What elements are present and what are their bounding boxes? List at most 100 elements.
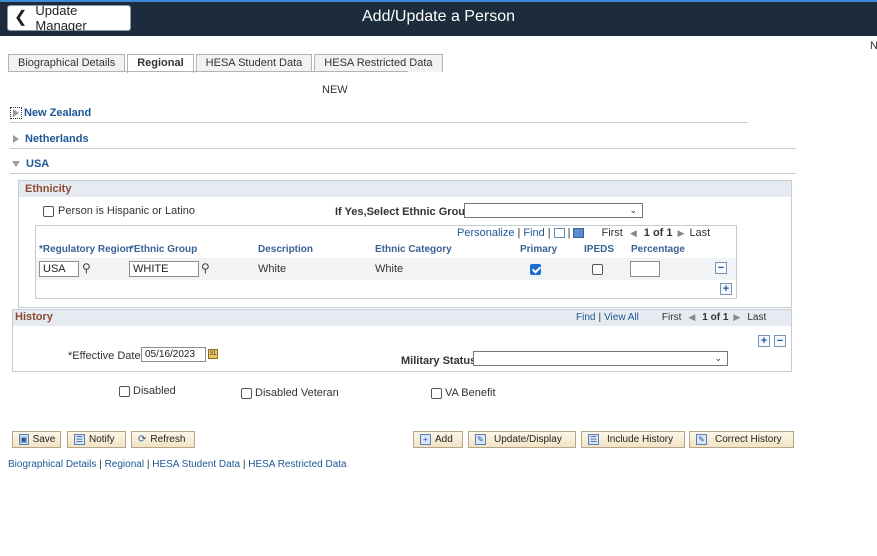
ethnic-category-value: White xyxy=(375,263,404,275)
calendar-icon[interactable]: 31 xyxy=(208,349,218,359)
tab-hesa-student-data[interactable]: HESA Student Data xyxy=(195,54,313,72)
primary-checkbox-wrap xyxy=(530,263,541,275)
history-last-label[interactable]: Last xyxy=(747,312,766,323)
va-benefit-row: VA Benefit xyxy=(431,387,496,399)
section-label: USA xyxy=(26,158,50,170)
find-link[interactable]: Find xyxy=(523,227,544,239)
tabs-divider xyxy=(8,71,408,72)
tab-bar: Biographical Details Regional HESA Stude… xyxy=(8,54,445,73)
tab-biographical-details[interactable]: Biographical Details xyxy=(8,54,126,72)
search-icon[interactable]: ⚲ xyxy=(201,261,210,275)
hispanic-label: Person is Hispanic or Latino xyxy=(58,205,195,217)
ethnic-group-select[interactable]: ⌄ xyxy=(464,203,643,218)
divider xyxy=(10,148,796,149)
ethnic-group-input[interactable]: WHITE xyxy=(129,261,199,277)
history-navigation: Find | View All First ◀ 1 of 1 ▶ Last xyxy=(576,312,766,323)
disabled-label: Disabled xyxy=(133,385,176,397)
disabled-veteran-label: Disabled Veteran xyxy=(255,387,339,399)
add-row-button[interactable]: + xyxy=(720,283,732,295)
divider xyxy=(10,122,748,123)
prev-arrow-icon[interactable]: ◀ xyxy=(630,228,637,239)
footer-links: Biographical Details | Regional | HESA S… xyxy=(8,459,347,470)
military-status-select[interactable]: ⌄ xyxy=(473,351,728,366)
disabled-veteran-checkbox[interactable] xyxy=(241,387,252,399)
last-label[interactable]: Last xyxy=(689,227,710,239)
percentage-input[interactable] xyxy=(630,261,660,277)
hispanic-checkbox[interactable] xyxy=(43,205,54,217)
add-history-button[interactable]: + xyxy=(758,335,770,347)
first-label[interactable]: First xyxy=(601,227,622,239)
add-icon: + xyxy=(420,434,431,445)
chevron-down-icon: ⌄ xyxy=(629,205,637,215)
search-icon[interactable]: ⚲ xyxy=(82,261,91,275)
separator: | xyxy=(547,227,551,239)
include-history-button[interactable]: ☰ Include History xyxy=(581,431,685,448)
footer-link-regional[interactable]: Regional xyxy=(105,459,144,470)
next-arrow-icon[interactable]: ▶ xyxy=(678,228,685,239)
next-arrow-icon[interactable]: ▶ xyxy=(733,312,740,323)
history-first-label[interactable]: First xyxy=(662,312,681,323)
triangle-right-icon xyxy=(13,109,19,117)
history-view-all-link[interactable]: View All xyxy=(604,312,639,323)
section-usa[interactable]: USA xyxy=(12,158,49,170)
back-button-label: Update Manager xyxy=(35,3,87,33)
disabled-checkbox[interactable] xyxy=(119,385,130,397)
military-status-label: Military Status xyxy=(401,355,477,367)
corner-text: N xyxy=(870,40,877,52)
include-history-icon: ☰ xyxy=(588,434,599,445)
divider xyxy=(10,173,796,174)
footer-link-hesa-restricted-data[interactable]: HESA Restricted Data xyxy=(248,459,346,470)
prev-arrow-icon[interactable]: ◀ xyxy=(688,312,695,323)
chevron-left-icon: ❮ xyxy=(14,9,28,26)
include-history-label: Include History xyxy=(607,434,674,445)
primary-checkbox[interactable] xyxy=(530,263,541,275)
refresh-button[interactable]: ⟳ Refresh xyxy=(131,431,195,448)
regulatory-region-input[interactable]: USA xyxy=(39,261,79,277)
section-new-zealand[interactable]: New Zealand xyxy=(10,107,91,119)
hispanic-row: Person is Hispanic or Latino xyxy=(43,205,195,217)
col-primary: Primary xyxy=(520,244,558,255)
correct-history-button[interactable]: ✎ Correct History xyxy=(689,431,794,448)
va-benefit-checkbox[interactable] xyxy=(431,387,442,399)
separator: | xyxy=(567,227,571,239)
add-button[interactable]: + Add xyxy=(413,431,463,448)
va-benefit-label: VA Benefit xyxy=(445,387,496,399)
history-find-link[interactable]: Find xyxy=(576,312,595,323)
description-value: White xyxy=(258,263,287,275)
grid-navigation: Personalize | Find | | First ◀ 1 of 1 ▶ … xyxy=(457,227,710,239)
personalize-link[interactable]: Personalize xyxy=(457,227,514,239)
delete-history-button[interactable]: − xyxy=(774,335,786,347)
col-percentage: Percentage xyxy=(631,244,685,255)
tab-hesa-restricted-data[interactable]: HESA Restricted Data xyxy=(314,54,443,72)
col-description: Description xyxy=(258,244,314,255)
section-label: Netherlands xyxy=(25,133,89,145)
download-grid-icon[interactable] xyxy=(573,228,585,238)
ethnicity-title: Ethnicity xyxy=(19,181,791,197)
save-label: Save xyxy=(32,434,56,445)
update-display-label: Update/Display xyxy=(494,434,562,445)
update-manager-button[interactable]: ❮ Update Manager xyxy=(7,3,131,33)
effective-date-input[interactable]: 05/16/2023 xyxy=(141,347,206,362)
history-title: History xyxy=(15,311,53,323)
footer-link-hesa-student-data[interactable]: HESA Student Data xyxy=(152,459,240,470)
notify-button[interactable]: ☰ Notify xyxy=(67,431,126,448)
delete-row-button[interactable]: − xyxy=(715,262,727,274)
section-label: New Zealand xyxy=(24,107,92,119)
ipeds-checkbox-wrap xyxy=(592,263,603,275)
triangle-down-icon xyxy=(12,161,20,167)
add-label: Add xyxy=(435,434,453,445)
notify-label: Notify xyxy=(89,434,115,445)
mode-label: NEW xyxy=(322,84,348,96)
col-regulatory-region: *Regulatory Region xyxy=(39,244,132,255)
separator: | xyxy=(598,312,602,323)
page-title: Add/Update a Person xyxy=(362,8,515,25)
disabled-veteran-row: Disabled Veteran xyxy=(241,387,339,399)
chevron-down-icon: ⌄ xyxy=(714,353,722,363)
footer-link-biographical-details[interactable]: Biographical Details xyxy=(8,459,96,470)
view-all-icon[interactable] xyxy=(553,228,565,238)
separator: | xyxy=(517,227,521,239)
ipeds-checkbox[interactable] xyxy=(592,263,603,275)
update-display-button[interactable]: ✎ Update/Display xyxy=(468,431,576,448)
save-button[interactable]: ▣ Save xyxy=(12,431,61,448)
section-netherlands[interactable]: Netherlands xyxy=(13,133,89,145)
